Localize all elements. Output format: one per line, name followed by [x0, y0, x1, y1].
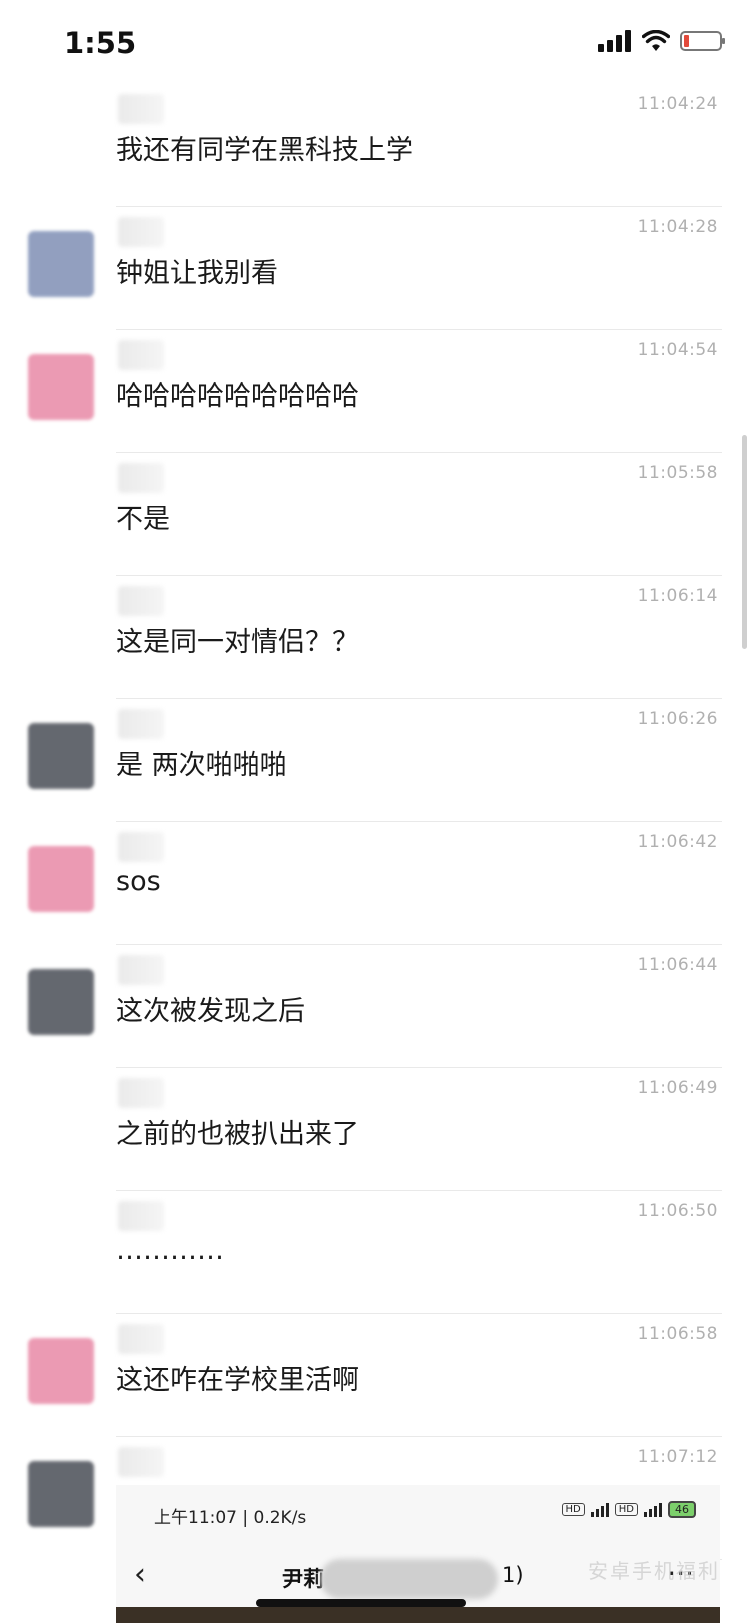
chat-message[interactable]: 11:06:58 这还咋在学校里活啊 — [0, 1314, 750, 1437]
message-timestamp: 11:06:49 — [637, 1078, 718, 1098]
message-timestamp: 11:04:54 — [637, 340, 718, 360]
redacted-sender-name — [118, 340, 164, 370]
message-text: 我还有同学在黑科技上学 — [116, 135, 413, 166]
avatar[interactable] — [28, 1461, 94, 1527]
message-text: ………… — [116, 1235, 224, 1266]
redacted-sender-name — [118, 1201, 164, 1231]
avatar[interactable] — [28, 846, 94, 912]
wifi-icon — [642, 30, 670, 51]
signal-icon — [590, 1502, 609, 1517]
message-timestamp: 11:06:50 — [637, 1201, 718, 1221]
message-timestamp: 11:06:42 — [637, 832, 718, 852]
signal-icon — [644, 1502, 662, 1517]
battery-icon — [680, 31, 725, 51]
redacted-sender-name — [118, 1447, 164, 1477]
message-timestamp: 11:04:24 — [637, 94, 718, 114]
embedded-chat-title: 尹莉 — [282, 1567, 324, 1591]
redacted-sender-name — [118, 709, 164, 739]
avatar[interactable] — [28, 1338, 94, 1404]
redacted-sender-name — [118, 1078, 164, 1108]
hd-icon: HD — [561, 1503, 585, 1516]
embedded-screenshot: 上午11:07 | 0.2K/s HD HD 46 ‹ 尹莉 1) ··· — [116, 1485, 720, 1623]
chat-message[interactable]: 11:06:44 这次被发现之后 — [0, 945, 750, 1068]
message-timestamp: 11:07:12 — [637, 1447, 718, 1467]
redacted-title — [320, 1559, 498, 1599]
avatar[interactable] — [28, 231, 94, 297]
chat-message[interactable]: 11:04:28 钟姐让我别看 — [0, 207, 750, 330]
chat-message[interactable]: 11:06:50 ………… — [0, 1191, 750, 1314]
message-text: 不是 — [116, 504, 170, 535]
chat-message[interactable]: 11:06:49 之前的也被扒出来了 — [0, 1068, 750, 1191]
redacted-sender-name — [118, 1324, 164, 1354]
status-icons — [598, 30, 725, 52]
back-icon[interactable]: ‹ — [134, 1557, 146, 1592]
redacted-sender-name — [118, 463, 164, 493]
avatar[interactable] — [28, 723, 94, 789]
message-timestamp: 11:04:28 — [637, 217, 718, 237]
redacted-sender-name — [118, 955, 164, 985]
chat-message[interactable]: 11:04:24 我还有同学在黑科技上学 — [0, 84, 750, 207]
message-text: 哈哈哈哈哈哈哈哈哈 — [116, 381, 359, 412]
watermark: 安卓手机福利 — [588, 1559, 720, 1583]
message-text: sos — [116, 866, 161, 897]
hd-icon: HD — [614, 1503, 638, 1516]
redacted-sender-name — [118, 94, 164, 124]
embedded-content-strip — [116, 1599, 720, 1623]
redacted-sender-name — [118, 217, 164, 247]
message-text: 这次被发现之后 — [116, 996, 305, 1027]
scrollbar[interactable] — [742, 435, 747, 649]
message-text: 这还咋在学校里活啊 — [116, 1365, 359, 1396]
message-timestamp: 11:06:14 — [637, 586, 718, 606]
message-timestamp: 11:06:26 — [637, 709, 718, 729]
chat-message[interactable]: 11:04:54 哈哈哈哈哈哈哈哈哈 — [0, 330, 750, 453]
message-text: 钟姐让我别看 — [116, 258, 278, 289]
status-bar: 1:55 — [0, 0, 750, 90]
embedded-title-suffix: 1) — [502, 1563, 524, 1587]
message-timestamp: 11:05:58 — [637, 463, 718, 483]
chat-message[interactable]: 11:06:26 是 两次啪啪啪 — [0, 699, 750, 822]
avatar[interactable] — [28, 969, 94, 1035]
message-text: 是 两次啪啪啪 — [116, 750, 287, 781]
avatar[interactable] — [28, 354, 94, 420]
embedded-status-text: 上午11:07 | 0.2K/s — [154, 1508, 307, 1528]
home-indicator — [256, 1599, 466, 1607]
signal-icon — [598, 30, 631, 52]
message-text: 之前的也被扒出来了 — [116, 1119, 359, 1150]
status-time: 1:55 — [64, 26, 137, 60]
embedded-status-icons: HD HD 46 — [561, 1501, 696, 1518]
chat-message[interactable]: 11:06:42 sos — [0, 822, 750, 945]
battery-icon: 46 — [668, 1501, 696, 1518]
redacted-sender-name — [118, 832, 164, 862]
message-timestamp: 11:06:44 — [637, 955, 718, 975]
chat-message[interactable]: 11:05:58 不是 — [0, 453, 750, 576]
message-list[interactable]: 11:04:24 我还有同学在黑科技上学 11:04:28 钟姐让我别看 11:04:5… — [0, 84, 750, 1560]
message-timestamp: 11:06:58 — [637, 1324, 718, 1344]
redacted-sender-name — [118, 586, 164, 616]
chat-message[interactable]: 11:06:14 这是同一对情侣？？ — [0, 576, 750, 699]
message-text: 这是同一对情侣？？ — [116, 627, 359, 658]
